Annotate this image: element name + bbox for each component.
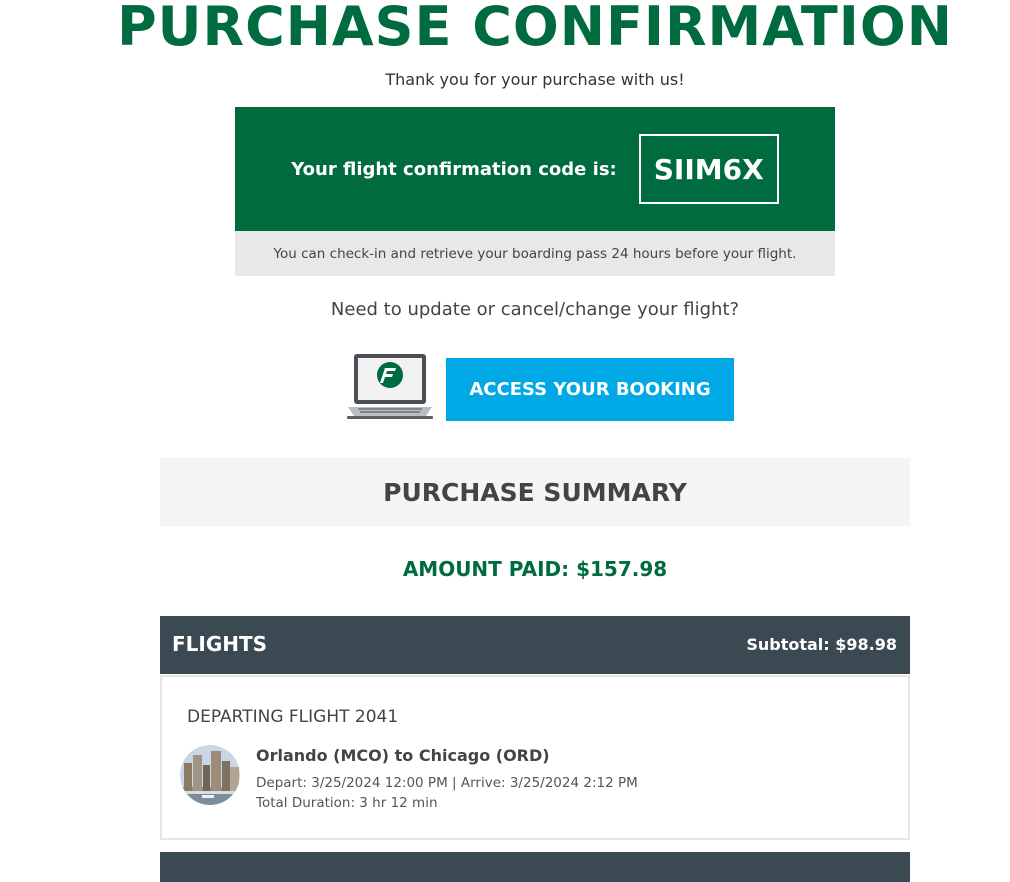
flights-section-bar: FLIGHTS Subtotal: $98.98 <box>160 616 910 674</box>
page-title: PURCHASE CONFIRMATION <box>117 0 953 58</box>
flights-subtotal: Subtotal: $98.98 <box>746 635 897 654</box>
flight-heading: DEPARTING FLIGHT 2041 <box>187 707 399 727</box>
laptop-logo-icon <box>347 354 433 419</box>
confirmation-box: Your flight confirmation code is: SIIM6X <box>235 107 835 231</box>
amount-paid: AMOUNT PAID: $157.98 <box>402 557 668 581</box>
thanks-message: Thank you for your purchase with us! <box>385 70 685 89</box>
confirmation-label: Your flight confirmation code is: <box>291 158 617 180</box>
next-section-bar <box>160 852 910 882</box>
chicago-city-photo <box>180 745 240 805</box>
flight-times: Depart: 3/25/2024 12:00 PM | Arrive: 3/2… <box>256 775 638 791</box>
flight-route: Orlando (MCO) to Chicago (ORD) <box>256 746 550 765</box>
flight-duration: Total Duration: 3 hr 12 min <box>256 795 438 811</box>
flights-title: FLIGHTS <box>172 632 268 656</box>
flight-card: DEPARTING FLIGHT 2041 Orlando (MCO) to C… <box>160 675 910 840</box>
update-question: Need to update or cancel/change your fli… <box>330 299 740 320</box>
confirmation-code: SIIM6X <box>638 134 779 204</box>
purchase-summary-header: PURCHASE SUMMARY <box>160 458 910 526</box>
checkin-note: You can check-in and retrieve your board… <box>235 231 835 276</box>
access-booking-button[interactable]: ACCESS YOUR BOOKING <box>446 358 734 421</box>
